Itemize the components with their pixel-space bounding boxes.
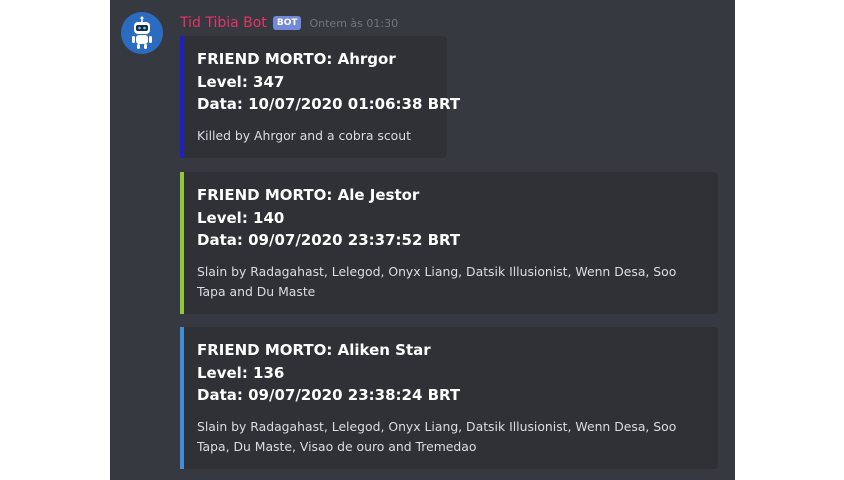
- embed-date: Data: 10/07/2020 01:06:38 BRT: [197, 95, 461, 113]
- embed-level: Level: 140: [197, 208, 285, 227]
- chat-area: Tid Tibia Bot BOT Ontem às 01:30 FRIEND …: [110, 0, 735, 480]
- embed-description: Slain by Radagahast, Lelegod, Onyx Liang…: [197, 418, 677, 454]
- embed-card: FRIEND MORTO: Ahrgor Level: 347 Data: 10…: [180, 36, 461, 158]
- embed-card: FRIEND MORTO: Ale Jestor Level: 140 Data…: [180, 172, 718, 314]
- embed-title: FRIEND MORTO: Ahrgor: [197, 50, 396, 68]
- embed-card: FRIEND MORTO: Aliken Star Level: 136 Dat…: [180, 327, 718, 469]
- embed-description: Killed by Ahrgor and a cobra scout: [197, 127, 411, 143]
- embed-description: Slain by Radagahast, Lelegod, Onyx Liang…: [197, 263, 677, 299]
- embed-title: FRIEND MORTO: Aliken Star: [197, 341, 431, 359]
- embed-date: Data: 09/07/2020 23:38:24 BRT: [197, 386, 461, 404]
- robot-icon: [121, 12, 163, 54]
- embed-date: Data: 09/07/2020 23:37:52 BRT: [197, 231, 461, 249]
- embed-level: Level: 136: [197, 363, 285, 382]
- embed-level: Level: 347: [197, 72, 285, 91]
- message-header: Tid Tibia Bot BOT Ontem às 01:30: [180, 13, 398, 33]
- bot-avatar[interactable]: [121, 12, 163, 54]
- username[interactable]: Tid Tibia Bot: [180, 15, 267, 31]
- bot-tag-badge: BOT: [272, 16, 302, 30]
- embed-title: FRIEND MORTO: Ale Jestor: [197, 186, 420, 204]
- message-timestamp: Ontem às 01:30: [309, 16, 399, 30]
